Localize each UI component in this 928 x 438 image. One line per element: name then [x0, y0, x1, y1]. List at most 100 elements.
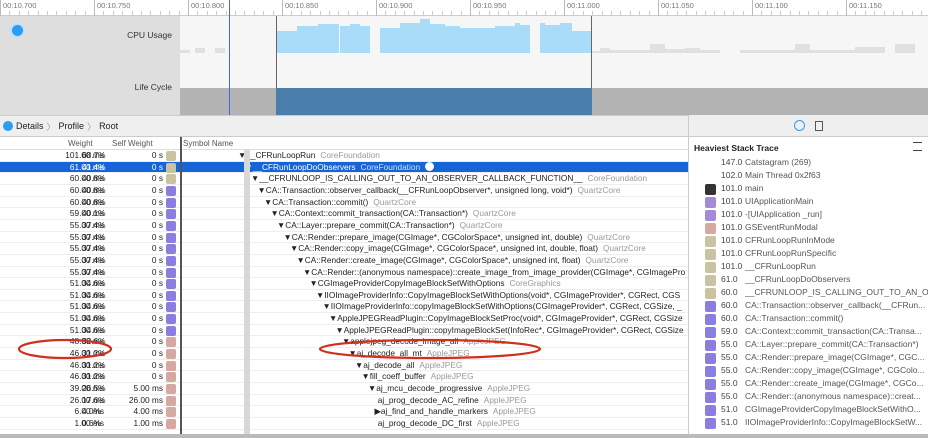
table-row[interactable]: 1.00 ms 0.6% 1.00 ms aj_prog_decode_DC_f…	[0, 418, 688, 430]
stack-frame[interactable]: 55.0 CA::Layer::prepare_commit(CA::Transa…	[689, 339, 928, 352]
table-row[interactable]: 51.00 ms 34.6% 0 s ▼IIOImageProviderInfo…	[0, 290, 688, 302]
symbol-text: ▼AppleJPEGReadPlugin::CopyImageBlockSetP…	[329, 313, 683, 324]
symbol-name[interactable]: ▼aj_mcu_decode_progressive AppleJPEG	[368, 383, 530, 394]
table-row[interactable]: 46.00 ms 31.2% 0 s ▼aj_decode_all AppleJP…	[0, 360, 688, 372]
stack-frame[interactable]: 102.0 Main Thread 0x2f63	[689, 170, 928, 183]
stack-frame[interactable]: 60.0 __CFRUNLOOP_IS_CALLING_OUT_TO_AN_O..…	[689, 287, 928, 300]
table-row[interactable]: 101.00 ms 68.7% 0 s ▼__CFRunLoopRun CoreF…	[0, 150, 688, 162]
cpu-usage-bar	[895, 44, 915, 53]
symbol-name[interactable]: ▼CGImageProviderCopyImageBlockSetWithOpt…	[310, 278, 561, 289]
breadcrumb-details[interactable]: Details	[16, 121, 44, 131]
symbol-name[interactable]: ▼__CFRunLoopDoObservers CoreFoundation	[245, 161, 435, 173]
symbol-name[interactable]: ▼CA::Render::prepare_image(CGImage*, CGC…	[284, 232, 631, 243]
stack-frame[interactable]: 101.0 __CFRunLoopRun	[689, 261, 928, 274]
ruler-minor-tick	[827, 11, 829, 15]
collapse-icon[interactable]	[913, 142, 922, 151]
stack-frame[interactable]: 60.0 CA::Transaction::observer_callback(_…	[689, 300, 928, 313]
table-row[interactable]: 39.00 ms 26.5% 5.00 ms ▼aj_mcu_decode_pr…	[0, 383, 688, 395]
lifecycle-segment	[592, 88, 928, 115]
table-row[interactable]: 55.00 ms 37.4% 0 s ▼CA::Render::(anonymo…	[0, 267, 688, 279]
stack-frame[interactable]: 101.0 -[UIApplication _run]	[689, 209, 928, 222]
stack-frame[interactable]: 101.0 main	[689, 183, 928, 196]
stack-frame[interactable]: 147.0 Catstagram (269)	[689, 157, 928, 170]
symbol-name[interactable]: aj_prog_decode_DC_first AppleJPEG	[378, 418, 520, 429]
table-row[interactable]: 48.00 ms 32.6% 0 s ▼applejpeg_decode_ima…	[0, 336, 688, 349]
breadcrumb-profile[interactable]: Profile	[59, 121, 85, 131]
table-row[interactable]: 55.00 ms 37.4% 0 s ▼CA::Render::create_i…	[0, 255, 688, 267]
table-row[interactable]: 55.00 ms 37.4% 0 s ▼CA::Render::prepare_…	[0, 232, 688, 244]
stack-frame[interactable]: 55.0 CA::Render::copy_image(CGImage*, CGC…	[689, 365, 928, 378]
stack-frame[interactable]: 101.0 CFRunLoopRunInMode	[689, 235, 928, 248]
stack-frame[interactable]: 55.0 CA::Render::prepare_image(CGImage*, …	[689, 352, 928, 365]
table-row[interactable]: 51.00 ms 34.6% 0 s ▼IIOImageProviderInfo…	[0, 301, 688, 314]
symbol-name[interactable]: ▼applejpeg_decode_image_all AppleJPEG	[342, 336, 506, 347]
symbol-name[interactable]: ▼IIOImageProviderInfo::copyImageBlockSet…	[323, 301, 687, 312]
symbol-name[interactable]: ▼aj_decode_all AppleJPEG	[355, 360, 462, 371]
table-row[interactable]: 60.00 ms 40.8% 0 s ▼CA::Transaction::com…	[0, 197, 688, 209]
library-name: QuartzCore	[472, 208, 516, 219]
library-icon	[166, 244, 176, 255]
table-row[interactable]: 26.00 ms 17.6% 26.00 ms aj_prog_decode_A…	[0, 395, 688, 407]
stack-frame[interactable]: 101.0 CFRunLoopRunSpecific	[689, 248, 928, 261]
focus-arrow-icon[interactable]	[425, 161, 435, 171]
symbol-name[interactable]: ▼__CFRUNLOOP_IS_CALLING_OUT_TO_AN_OBSERV…	[251, 173, 647, 184]
stack-frame[interactable]: 55.0 CA::Render::create_image(CGImage*, C…	[689, 378, 928, 391]
breadcrumb-root[interactable]: Root	[99, 121, 118, 131]
column-symbol-name[interactable]: Symbol Name	[183, 139, 233, 148]
symbol-name[interactable]: ▼IIOImageProviderInfo::CopyImageBlockSet…	[316, 290, 685, 301]
symbol-name[interactable]: ▼aj_decode_all_mt AppleJPEG	[349, 348, 470, 359]
table-row[interactable]: 51.00 ms 34.6% 0 s ▼AppleJPEGReadPlugin:…	[0, 313, 688, 325]
stack-frame[interactable]: 59.0 CA::Context::commit_transaction(CA::…	[689, 326, 928, 339]
column-weight[interactable]: Weight	[68, 139, 93, 148]
symbol-name[interactable]: ▼CA::Render::copy_image(CGImage*, CGColo…	[290, 243, 646, 254]
symbol-name[interactable]: ▶aj_find_and_handle_markers AppleJPEG	[375, 406, 536, 417]
table-row[interactable]: 46.00 ms 31.2% 0 s ▼fill_coeff_buffer App…	[0, 371, 688, 384]
table-row[interactable]: 6.00 ms 4.0% 4.00 ms ▶aj_find_and_handle…	[0, 406, 688, 418]
symbol-name[interactable]: ▼CA::Transaction::commit() QuartzCore	[264, 197, 416, 208]
table-row[interactable]: 46.00 ms 31.2% 0 s ▼aj_decode_all_mt Appl…	[0, 348, 688, 360]
library-icon	[166, 220, 176, 231]
symbol-name[interactable]: ▼CA::Transaction::observer_callback(__CF…	[258, 185, 621, 196]
symbol-name[interactable]: ▼fill_coeff_buffer AppleJPEG	[362, 371, 474, 382]
symbol-name[interactable]: ▼CA::Render::create_image(CGImage*, CGCo…	[297, 255, 629, 266]
table-row[interactable]: 55.00 ms 37.4% 0 s ▼CA::Render::copy_ima…	[0, 243, 688, 255]
library-icon	[705, 275, 716, 286]
symbol-name[interactable]: ▼CA::Layer::prepare_commit(CA::Transacti…	[277, 220, 502, 231]
table-row[interactable]: 60.00 ms 40.8% 0 s ▼CA::Transaction::obs…	[0, 185, 688, 197]
horizontal-scrollbar[interactable]	[0, 434, 928, 438]
call-tree[interactable]: 101.00 ms 68.7% 0 s ▼__CFRunLoopRun CoreF…	[0, 150, 688, 438]
column-divider[interactable]	[180, 137, 182, 438]
table-row[interactable]: 59.00 ms 40.1% 0 s ▼CA::Context::commit_…	[0, 208, 688, 220]
document-icon[interactable]	[815, 120, 823, 131]
tracks-area[interactable]: CPU Usage Life Cycle	[0, 0, 928, 115]
symbol-name[interactable]: ▼AppleJPEGReadPlugin::CopyImageBlockSetP…	[329, 313, 688, 324]
info-icon[interactable]	[794, 120, 805, 131]
stack-frame[interactable]: 51.0 IIOImageProviderInfo::CopyImageBlock…	[689, 417, 928, 430]
symbol-name[interactable]: ▼CA::Render::(anonymous namespace)::crea…	[303, 267, 688, 278]
symbol-name[interactable]: aj_prog_decode_AC_refine AppleJPEG	[378, 395, 527, 406]
table-row[interactable]: 51.00 ms 34.6% 0 s ▼CGImageProviderCopyI…	[0, 278, 688, 290]
symbol-text: ▼CA::Render::prepare_image(CGImage*, CGC…	[283, 231, 583, 242]
table-row[interactable]: 61.00 ms 41.4% 0 s ▼__CFRunLoopDoObserve…	[0, 161, 688, 174]
details-icon[interactable]	[3, 121, 13, 131]
stack-frame[interactable]: 55.0 CA::Render::(anonymous namespace)::c…	[689, 391, 928, 404]
symbol-name[interactable]: ▼CA::Context::commit_transaction(CA::Tra…	[271, 208, 516, 219]
symbol-name[interactable]: ▼__CFRunLoopRun CoreFoundation	[238, 150, 380, 161]
stack-frame[interactable]: 61.0 __CFRunLoopDoObservers	[689, 274, 928, 287]
playhead[interactable]	[229, 0, 230, 115]
ruler-minor-tick	[329, 11, 330, 15]
ruler-minor-tick	[366, 11, 368, 15]
table-row[interactable]: 55.00 ms 37.4% 0 s ▼CA::Layer::prepare_c…	[0, 220, 688, 232]
stack-frame[interactable]: 60.0 CA::Transaction::commit()	[689, 313, 928, 326]
symbol-name[interactable]: ▼AppleJPEGReadPlugin::copyImageBlockSet(…	[336, 325, 689, 336]
stack-frame[interactable]: 51.0 CGImageProviderCopyImageBlockSetWith…	[689, 404, 928, 417]
column-self-weight[interactable]: Self Weight	[112, 139, 153, 148]
table-row[interactable]: 51.00 ms 34.6% 0 s ▼AppleJPEGReadPlugin:…	[0, 325, 688, 337]
library-icon	[705, 223, 716, 234]
timeline-ruler[interactable]: 00:10.700 00:10.750 00:10.800 00:10.850 00:1…	[0, 0, 928, 16]
time-selection[interactable]	[276, 16, 592, 88]
table-row[interactable]: 60.00 ms 40.8% 0 s ▼__CFRUNLOOP_IS_CALLI…	[0, 173, 688, 185]
stack-frame[interactable]: 101.0 UIApplicationMain	[689, 196, 928, 209]
stack-frame[interactable]: 101.0 GSEventRunModal	[689, 222, 928, 235]
library-name: CoreFoundation	[320, 150, 380, 160]
